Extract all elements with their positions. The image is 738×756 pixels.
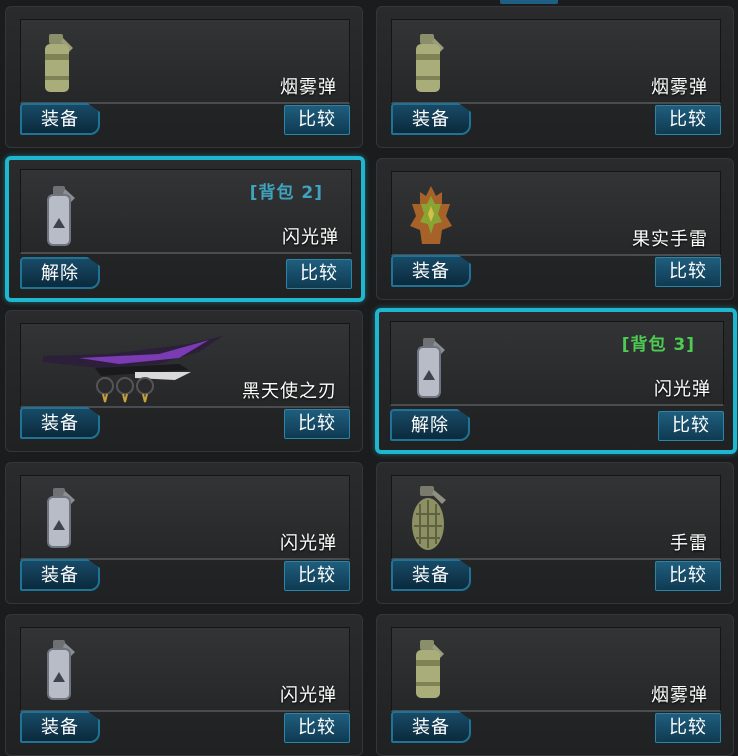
backpack-slot-tag: [背包 2] xyxy=(249,183,323,203)
item-card-equipped[interactable]: [背包 2] 闪光弹 解除 比较 xyxy=(5,156,365,302)
item-name: 手雷 xyxy=(670,533,708,554)
item-name: 闪光弹 xyxy=(654,379,711,400)
equip-button[interactable]: 装备 xyxy=(391,559,471,591)
item-preview: 烟雾弹 xyxy=(391,19,721,104)
equip-button[interactable]: 装备 xyxy=(391,255,471,287)
item-preview: 烟雾弹 xyxy=(20,19,350,104)
flash-grenade-icon xyxy=(47,640,75,700)
compare-button[interactable]: 比较 xyxy=(655,713,721,743)
item-preview: [背包 3] 闪光弹 xyxy=(390,321,724,406)
item-card[interactable]: 黑天使之刃 装备 比较 xyxy=(5,310,363,452)
equip-button[interactable]: 装备 xyxy=(391,711,471,743)
item-card[interactable]: 果实手雷 装备 比较 xyxy=(376,158,734,300)
unequip-button[interactable]: 解除 xyxy=(390,409,470,441)
inventory-grid: 烟雾弹 装备 比较 烟雾弹 装备 比较 [背包 2] 闪光弹 解除 比较 果实手… xyxy=(0,0,738,756)
compare-button[interactable]: 比较 xyxy=(655,105,721,135)
item-card[interactable]: 烟雾弹 装备 比较 xyxy=(5,6,363,148)
compare-button[interactable]: 比较 xyxy=(655,257,721,287)
item-card-equipped[interactable]: [背包 3] 闪光弹 解除 比较 xyxy=(375,308,737,454)
item-name: 烟雾弹 xyxy=(280,77,337,98)
item-name: 闪光弹 xyxy=(280,685,337,706)
item-card[interactable]: 闪光弹 装备 比较 xyxy=(5,614,363,756)
item-card[interactable]: 手雷 装备 比较 xyxy=(376,462,734,604)
item-preview: 黑天使之刃 xyxy=(20,323,350,408)
unequip-button[interactable]: 解除 xyxy=(20,257,100,289)
smoke-grenade-icon xyxy=(416,640,444,698)
item-name: 烟雾弹 xyxy=(651,77,708,98)
item-name: 烟雾弹 xyxy=(651,685,708,706)
item-card[interactable]: 烟雾弹 装备 比较 xyxy=(376,6,734,148)
equip-button[interactable]: 装备 xyxy=(20,103,100,135)
item-preview: [背包 2] 闪光弹 xyxy=(20,169,352,254)
flash-grenade-icon xyxy=(417,338,445,398)
equip-button[interactable]: 装备 xyxy=(20,711,100,743)
compare-button[interactable]: 比较 xyxy=(284,561,350,591)
compare-button[interactable]: 比较 xyxy=(286,259,352,289)
item-preview: 闪光弹 xyxy=(20,475,350,560)
hand-grenade-icon xyxy=(412,486,446,550)
item-preview: 手雷 xyxy=(391,475,721,560)
item-name: 闪光弹 xyxy=(282,227,339,248)
equip-button[interactable]: 装备 xyxy=(391,103,471,135)
compare-button[interactable]: 比较 xyxy=(655,561,721,591)
item-preview: 果实手雷 xyxy=(391,171,721,256)
dark-angel-blade-icon xyxy=(43,336,223,403)
compare-button[interactable]: 比较 xyxy=(284,409,350,439)
flash-grenade-icon xyxy=(47,488,75,548)
item-preview: 闪光弹 xyxy=(20,627,350,712)
item-name: 果实手雷 xyxy=(632,229,708,250)
item-name: 黑天使之刃 xyxy=(242,381,337,402)
fruit-grenade-icon xyxy=(410,186,452,244)
smoke-grenade-icon xyxy=(416,34,444,92)
compare-button[interactable]: 比较 xyxy=(284,713,350,743)
flash-grenade-icon xyxy=(47,186,75,246)
equip-button[interactable]: 装备 xyxy=(20,407,100,439)
item-name: 闪光弹 xyxy=(280,533,337,554)
equip-button[interactable]: 装备 xyxy=(20,559,100,591)
item-card[interactable]: 闪光弹 装备 比较 xyxy=(5,462,363,604)
compare-button[interactable]: 比较 xyxy=(658,411,724,441)
compare-button[interactable]: 比较 xyxy=(284,105,350,135)
smoke-grenade-icon xyxy=(45,34,73,92)
backpack-slot-tag: [背包 3] xyxy=(621,335,695,355)
item-card[interactable]: 烟雾弹 装备 比较 xyxy=(376,614,734,756)
item-preview: 烟雾弹 xyxy=(391,627,721,712)
